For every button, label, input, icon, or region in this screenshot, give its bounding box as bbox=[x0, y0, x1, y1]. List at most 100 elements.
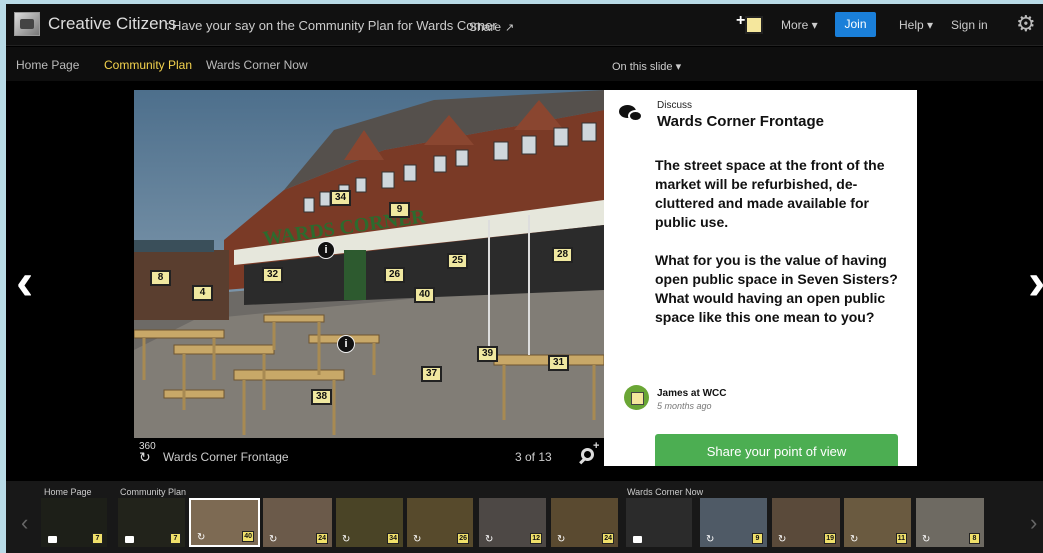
filmstrip-thumb[interactable]: ↻ 12 bbox=[479, 498, 546, 547]
rotate-icon: ↻ bbox=[269, 534, 278, 545]
rotate-icon: ↻ bbox=[197, 532, 206, 543]
filmstrip-thumb[interactable]: ↻ 26 bbox=[407, 498, 473, 547]
info-marker-icon[interactable]: i bbox=[337, 335, 355, 353]
share-point-of-view-button[interactable]: Share your point of view bbox=[655, 434, 898, 466]
camera-icon bbox=[633, 536, 642, 543]
rotate-icon: ↻ bbox=[922, 534, 931, 545]
scene-pin[interactable]: 8 bbox=[150, 270, 171, 286]
filmstrip-thumb[interactable]: ↻ 34 bbox=[336, 498, 403, 547]
thumb-count: 40 bbox=[242, 531, 254, 542]
discussion-title: Wards Corner Frontage bbox=[657, 113, 824, 130]
zoom-in-icon[interactable]: + bbox=[579, 440, 601, 466]
slide-counter: 3 of 13 bbox=[515, 450, 552, 464]
scene-pin[interactable]: 39 bbox=[477, 346, 498, 362]
thumb-count: 7 bbox=[170, 533, 181, 544]
page-subtitle: Have your say on the Community Plan for … bbox=[172, 18, 497, 33]
post-time: 5 months ago bbox=[657, 401, 712, 411]
scene-pin[interactable]: 32 bbox=[262, 267, 283, 283]
plus-icon: + bbox=[736, 12, 746, 29]
scene-pin[interactable]: 9 bbox=[389, 202, 410, 218]
share-button[interactable]: Share ↗ bbox=[469, 20, 514, 34]
filmstrip-section-label: Home Page bbox=[44, 487, 92, 497]
discussion-panel: Discuss Wards Corner Frontage The street… bbox=[604, 90, 917, 466]
scene-caption-bar: 360 ↻ Wards Corner Frontage 3 of 13 + bbox=[134, 438, 604, 470]
nav-wards-corner-now[interactable]: Wards Corner Now bbox=[206, 58, 308, 72]
panorama-view[interactable]: WARDS CORNER 34 9 28 25 26 8 32 4 40 39 … bbox=[134, 90, 604, 438]
discussion-paragraph: The street space at the front of the mar… bbox=[655, 157, 885, 230]
slide-filmstrip: ‹ › Home Page Community Plan Wards Corne… bbox=[6, 481, 1043, 553]
thumb-count: 9 bbox=[752, 533, 763, 544]
nav-home-page[interactable]: Home Page bbox=[16, 58, 79, 72]
scene-pin[interactable]: 25 bbox=[447, 253, 468, 269]
panorama-illustration: WARDS CORNER bbox=[134, 90, 604, 438]
thumb-count: 34 bbox=[387, 533, 399, 544]
discussion-paragraph: What for you is the value of having open… bbox=[655, 252, 898, 325]
scene-pin[interactable]: 4 bbox=[192, 285, 213, 301]
app-window: Creative Citizens : Have your say on the… bbox=[6, 4, 1043, 553]
avatar[interactable] bbox=[624, 385, 649, 410]
camera-icon bbox=[48, 536, 57, 543]
nav-community-plan[interactable]: Community Plan bbox=[104, 58, 192, 72]
thumb-count: 19 bbox=[824, 533, 836, 544]
filmstrip-thumb[interactable]: 7 bbox=[118, 498, 185, 547]
filmstrip-thumb[interactable]: ↻ 8 bbox=[916, 498, 984, 547]
filmstrip-section-label: Community Plan bbox=[120, 487, 187, 497]
filmstrip-thumb-selected[interactable]: ↻ 40 bbox=[189, 498, 260, 547]
scene-pin[interactable]: 34 bbox=[330, 190, 351, 206]
rotate-icon: ↻ bbox=[485, 534, 494, 545]
author-name[interactable]: James at WCC bbox=[657, 388, 726, 399]
filmstrip-thumb[interactable] bbox=[626, 498, 692, 547]
scene-pin[interactable]: 40 bbox=[414, 287, 435, 303]
thumb-count: 8 bbox=[969, 533, 980, 544]
thumb-count: 11 bbox=[895, 533, 907, 544]
scene-pin[interactable]: 37 bbox=[421, 366, 442, 382]
rotate-icon: ↻ bbox=[850, 534, 859, 545]
scene-pin[interactable]: 26 bbox=[384, 267, 405, 283]
filmstrip-thumb[interactable]: ↻ 24 bbox=[551, 498, 618, 547]
help-menu[interactable]: Help ▾ bbox=[899, 18, 933, 32]
rotate-icon: ↻ bbox=[342, 534, 351, 545]
filmstrip-thumb[interactable]: 7 bbox=[41, 498, 107, 547]
camera-icon bbox=[125, 536, 134, 543]
thumb-count: 24 bbox=[316, 533, 328, 544]
rotate-icon: ↻ bbox=[413, 534, 422, 545]
on-this-slide-menu[interactable]: On this slide ▾ bbox=[612, 60, 681, 73]
scene-title: Wards Corner Frontage bbox=[163, 450, 289, 464]
rotate-icon: ↻ bbox=[778, 534, 787, 545]
more-menu[interactable]: More ▾ bbox=[781, 18, 818, 32]
filmstrip-thumb[interactable]: ↻ 9 bbox=[700, 498, 767, 547]
scene-pin[interactable]: 31 bbox=[548, 355, 569, 371]
join-button[interactable]: Join bbox=[835, 12, 876, 37]
thumb-count: 12 bbox=[530, 533, 542, 544]
scene-pin[interactable]: 38 bbox=[311, 389, 332, 405]
external-link-icon: ↗ bbox=[505, 22, 515, 34]
gear-icon[interactable]: ⚙ bbox=[1016, 13, 1036, 35]
sign-in-link[interactable]: Sign in bbox=[951, 18, 988, 32]
app-title[interactable]: Creative Citizens bbox=[48, 14, 177, 34]
thumb-count: 24 bbox=[602, 533, 614, 544]
info-marker-icon[interactable]: i bbox=[317, 241, 335, 259]
filmstrip-next-arrow[interactable]: › bbox=[1030, 512, 1037, 534]
filmstrip-thumb[interactable]: ↻ 11 bbox=[844, 498, 911, 547]
thumb-count: 26 bbox=[457, 533, 469, 544]
next-slide-arrow[interactable]: › bbox=[1028, 256, 1043, 308]
add-note-button[interactable]: + bbox=[736, 12, 764, 36]
rotate-icon: ↻ bbox=[557, 534, 566, 545]
filmstrip-section-label: Wards Corner Now bbox=[627, 487, 704, 497]
filmstrip-thumb[interactable]: ↻ 24 bbox=[263, 498, 332, 547]
discuss-icon bbox=[619, 103, 645, 123]
prev-slide-arrow[interactable]: ‹ bbox=[16, 256, 33, 308]
slide-nav: Home Page Community Plan Wards Corner No… bbox=[6, 47, 1043, 81]
discussion-type: Discuss bbox=[657, 100, 693, 111]
share-label: Share bbox=[469, 20, 502, 34]
rotate-360-icon[interactable]: 360 ↻ bbox=[139, 442, 156, 465]
sticky-note-icon bbox=[745, 16, 763, 34]
filmstrip-thumb[interactable]: ↻ 19 bbox=[772, 498, 840, 547]
logo[interactable] bbox=[14, 12, 40, 36]
thumb-count: 7 bbox=[92, 533, 103, 544]
scene-pin[interactable]: 28 bbox=[552, 247, 573, 263]
discussion-body: The street space at the front of the mar… bbox=[655, 156, 905, 327]
top-bar: Creative Citizens : Have your say on the… bbox=[6, 4, 1043, 46]
rotate-icon: ↻ bbox=[706, 534, 715, 545]
filmstrip-prev-arrow[interactable]: ‹ bbox=[21, 512, 28, 534]
